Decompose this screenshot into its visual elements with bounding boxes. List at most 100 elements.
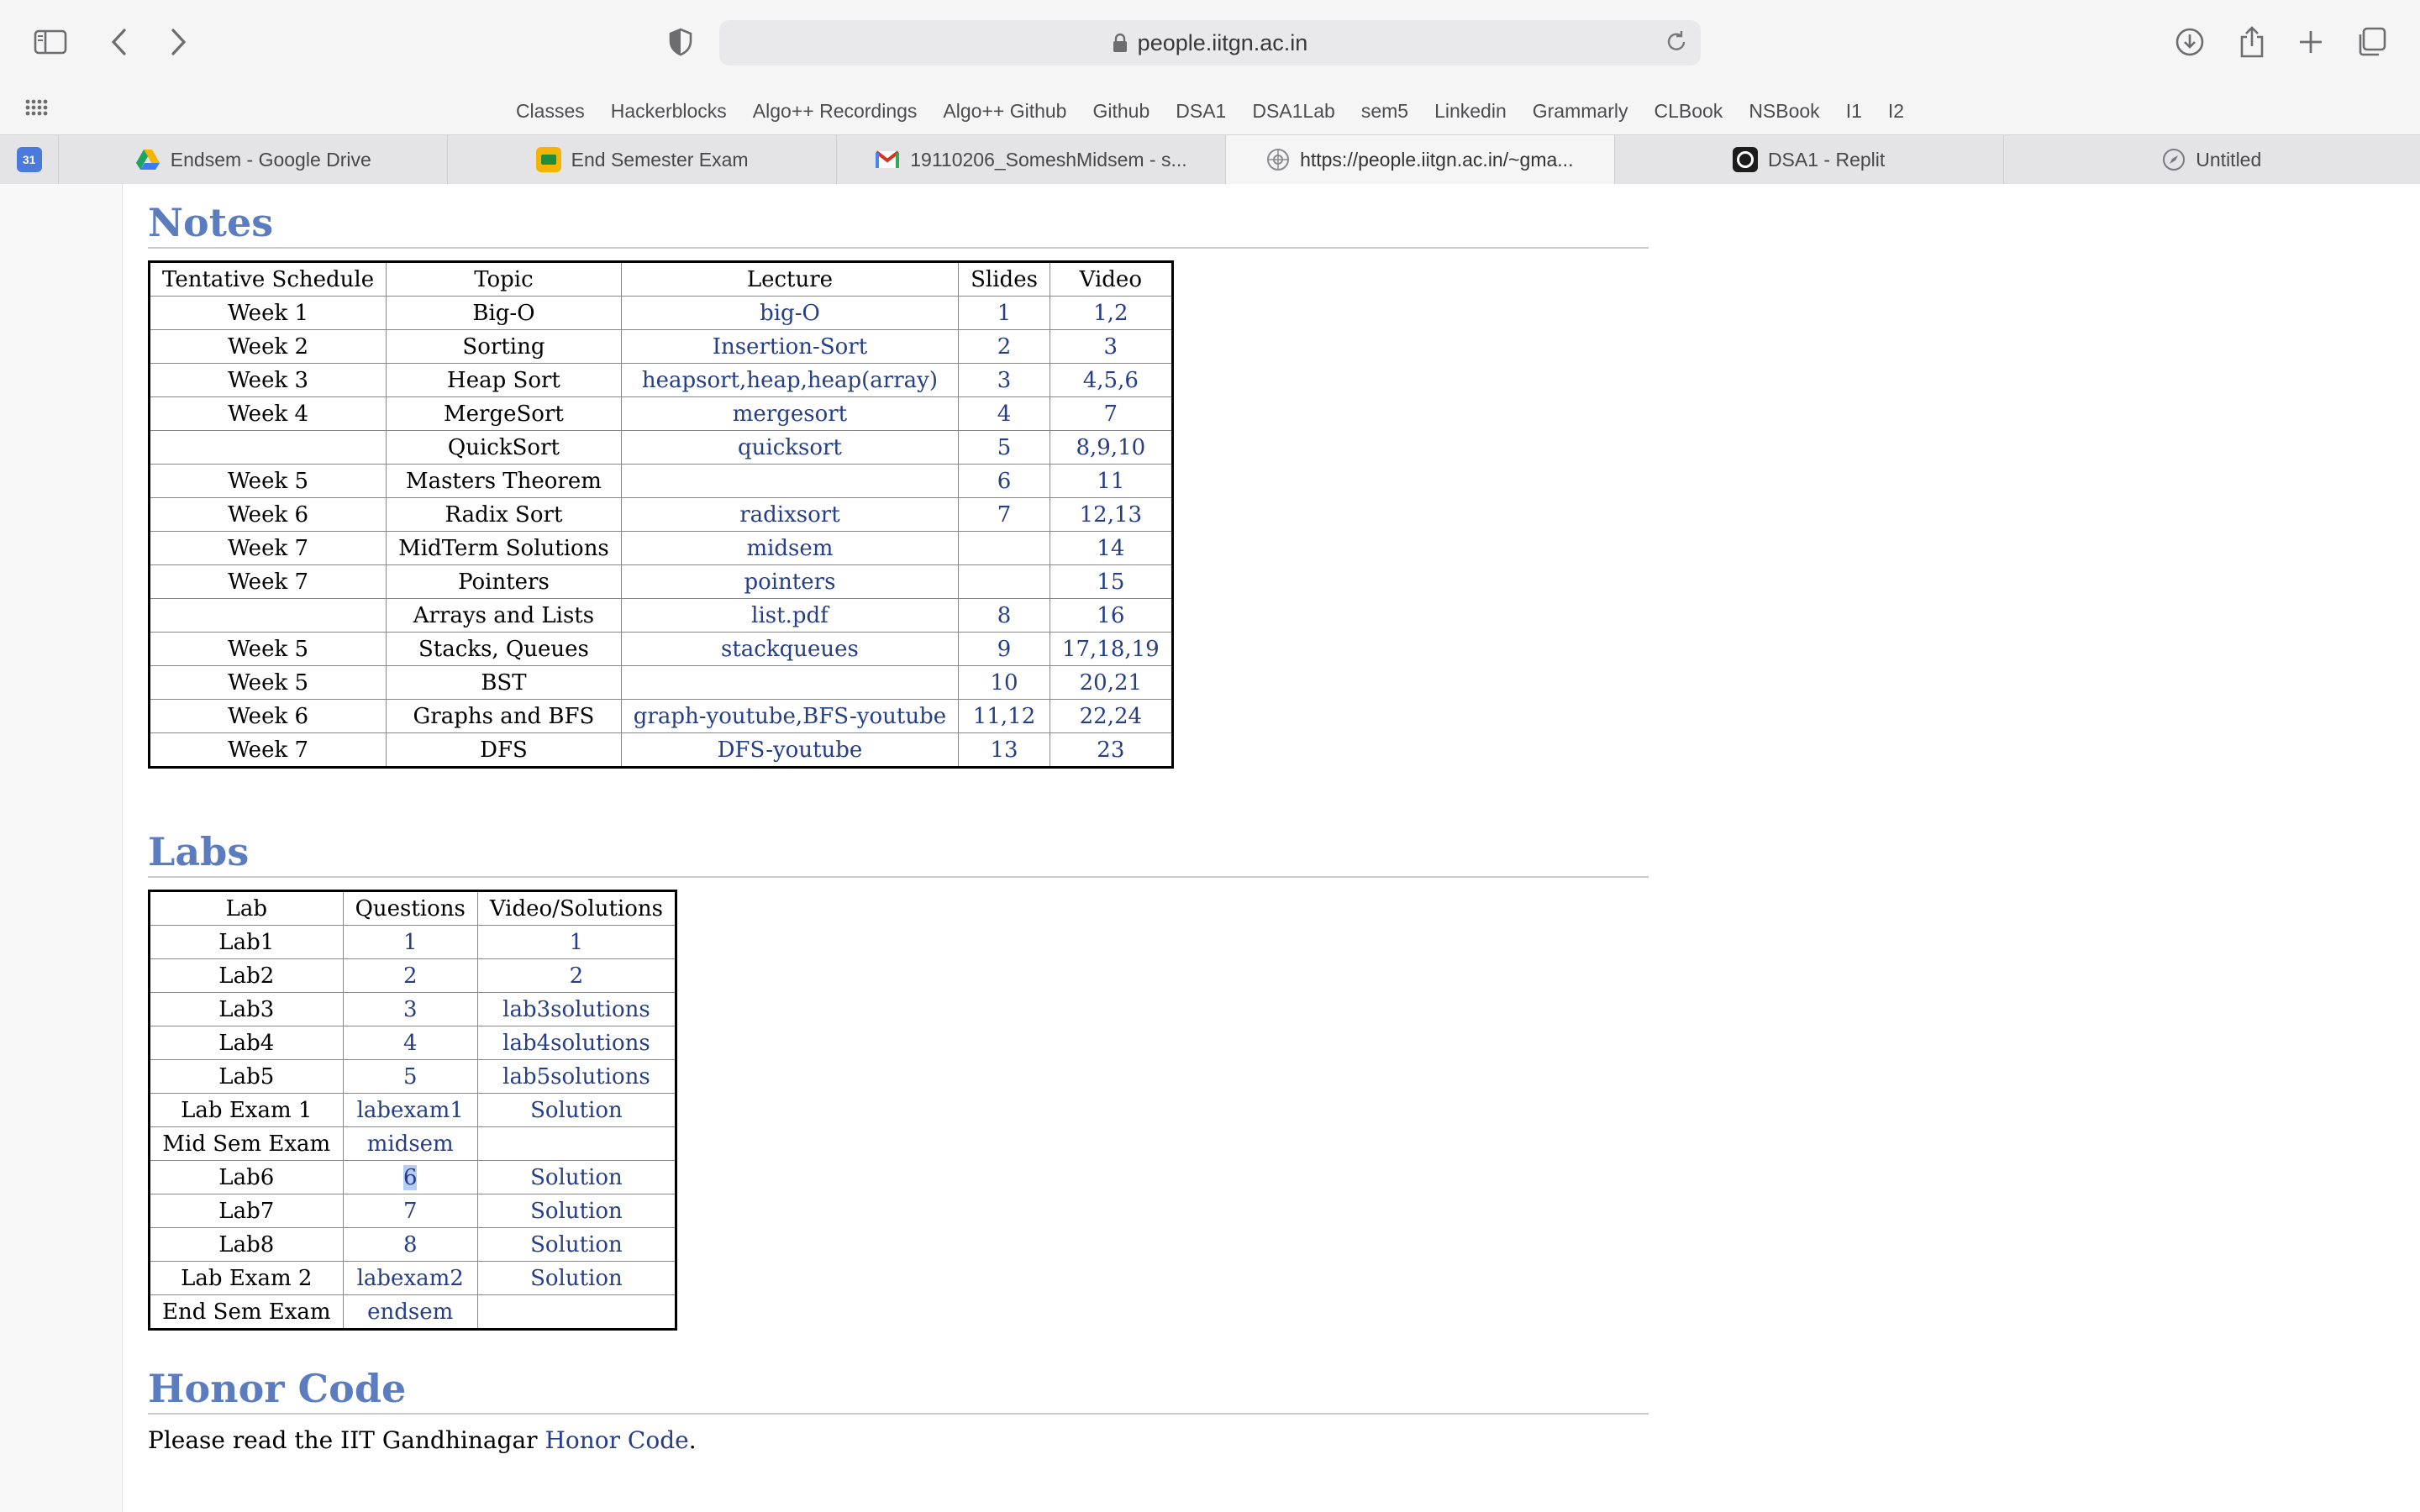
labs-link[interactable]: lab4solutions [502,1031,650,1056]
privacy-shield-icon[interactable] [660,22,701,62]
favorite-item[interactable]: DSA1 [1176,100,1226,123]
labs-link[interactable]: Solution [530,1165,623,1190]
tab-gmail[interactable]: 19110206_SomeshMidsem - s... [837,135,1226,184]
notes-link[interactable]: stackqueues [721,637,859,662]
notes-link[interactable]: list.pdf [751,603,829,628]
labs-link[interactable]: Solution [530,1098,623,1123]
tab-untitled[interactable]: Untitled [2004,135,2420,184]
labs-link[interactable]: 3 [403,997,418,1022]
notes-link[interactable]: 13 [990,738,1018,763]
labs-link[interactable]: lab3solutions [502,997,650,1022]
favorite-item[interactable]: Hackerblocks [611,100,727,123]
pinned-tab[interactable]: 31 [0,135,60,184]
notes-cell: 13 [958,732,1050,768]
tab-replit[interactable]: DSA1 - Replit [1615,135,2004,184]
notes-link[interactable]: pointers [744,570,835,595]
tab-google-drive[interactable]: Endsem - Google Drive [59,135,449,184]
labs-link[interactable]: lab5solutions [502,1064,650,1089]
notes-cell: MergeSort [386,396,622,431]
notes-link[interactable]: radixsort [739,502,839,528]
notes-link[interactable]: 20,21 [1080,670,1142,696]
labs-link[interactable]: Solution [530,1199,623,1224]
notes-link[interactable]: 1,2 [1093,301,1128,326]
labs-link[interactable]: endsem [367,1299,453,1325]
labs-link[interactable]: labexam1 [357,1098,464,1123]
favorite-item[interactable]: NSBook [1749,100,1819,123]
favorite-item[interactable]: Grammarly [1533,100,1628,123]
labs-link[interactable]: 2 [403,963,418,989]
notes-link[interactable]: 23 [1097,738,1124,763]
notes-text: Pointers [458,569,550,595]
favorite-item[interactable]: Algo++ Recordings [753,100,918,123]
notes-link[interactable]: 7 [1104,402,1118,427]
favorite-item[interactable]: DSA1Lab [1252,100,1334,123]
labs-link[interactable]: Solution [530,1266,623,1291]
labs-cell: endsem [342,1294,478,1330]
labs-link[interactable]: 4 [403,1031,418,1056]
notes-link[interactable]: Insertion-Sort [713,334,867,360]
notes-link[interactable]: big-O [760,301,820,326]
notes-link[interactable]: 9 [997,637,1012,662]
labs-link[interactable]: 6 [402,1164,418,1190]
notes-cell: 23 [1049,732,1173,768]
notes-link[interactable]: 22,24 [1080,704,1142,729]
favorite-item[interactable]: I2 [1888,100,1904,123]
notes-link[interactable]: 2 [997,334,1012,360]
labs-link[interactable]: 8 [403,1232,418,1257]
tab-end-semester-exam[interactable]: End Semester Exam [448,135,838,184]
favorite-item[interactable]: CLBook [1654,100,1723,123]
share-icon[interactable] [2232,22,2272,62]
notes-link[interactable]: mergesort [733,402,847,427]
labs-link[interactable]: 1 [570,930,584,955]
notes-link[interactable]: 3 [1104,334,1118,360]
notes-link[interactable]: 6 [997,469,1012,494]
notes-link[interactable]: 8,9,10 [1076,435,1145,460]
notes-link[interactable]: DFS-youtube [718,738,863,763]
labs-cell: Lab3 [149,992,344,1026]
notes-link[interactable]: 17,18,19 [1062,637,1160,662]
notes-link[interactable]: 8 [997,603,1012,628]
honor-code-link[interactable]: Honor Code [544,1426,688,1454]
notes-text: Week 7 [228,569,309,595]
favorite-item[interactable]: Github [1092,100,1150,123]
labs-link[interactable]: 5 [403,1064,418,1089]
back-icon[interactable] [99,22,139,62]
sidebar-toggle-icon[interactable] [30,22,71,62]
notes-link[interactable]: 15 [1097,570,1124,595]
favorite-item[interactable]: Classes [516,100,585,123]
new-tab-icon[interactable] [2291,22,2331,62]
notes-link[interactable]: 4,5,6 [1083,368,1139,393]
notes-link[interactable]: 11 [1097,469,1124,494]
reload-icon[interactable] [1664,29,1689,59]
downloads-icon[interactable] [2170,22,2210,62]
notes-cell: 3 [958,363,1050,397]
forward-icon[interactable] [158,22,198,62]
notes-link[interactable]: 16 [1097,603,1124,628]
tab-iitgn-active[interactable]: https://people.iitgn.ac.in/~gma... [1225,135,1615,184]
notes-link[interactable]: 5 [997,435,1012,460]
labs-link[interactable]: 1 [403,930,418,955]
labs-link[interactable]: 7 [403,1199,418,1224]
notes-link[interactable]: 1 [997,301,1012,326]
favorite-item[interactable]: sem5 [1361,100,1408,123]
notes-link[interactable]: quicksort [738,435,842,460]
notes-link[interactable]: 10 [990,670,1018,696]
notes-link[interactable]: 4 [997,402,1012,427]
tab-overview-icon[interactable] [2351,22,2391,62]
notes-link[interactable]: graph-youtube,BFS-youtube [634,704,946,729]
favorite-item[interactable]: I1 [1846,100,1862,123]
notes-link[interactable]: midsem [746,536,833,561]
address-bar[interactable]: people.iitgn.ac.in [719,20,1701,66]
notes-link[interactable]: 3 [997,368,1012,393]
labs-link[interactable]: Solution [530,1232,623,1257]
notes-link[interactable]: 7 [997,502,1012,528]
favorite-item[interactable]: Algo++ Github [943,100,1066,123]
notes-link[interactable]: heapsort,heap,heap(array) [642,368,938,393]
notes-link[interactable]: 12,13 [1080,502,1142,528]
labs-link[interactable]: labexam2 [357,1266,464,1291]
notes-link[interactable]: 14 [1097,536,1124,561]
labs-link[interactable]: 2 [570,963,584,989]
favorite-item[interactable]: Linkedin [1434,100,1507,123]
notes-link[interactable]: 11,12 [973,704,1035,729]
labs-link[interactable]: midsem [367,1131,454,1157]
